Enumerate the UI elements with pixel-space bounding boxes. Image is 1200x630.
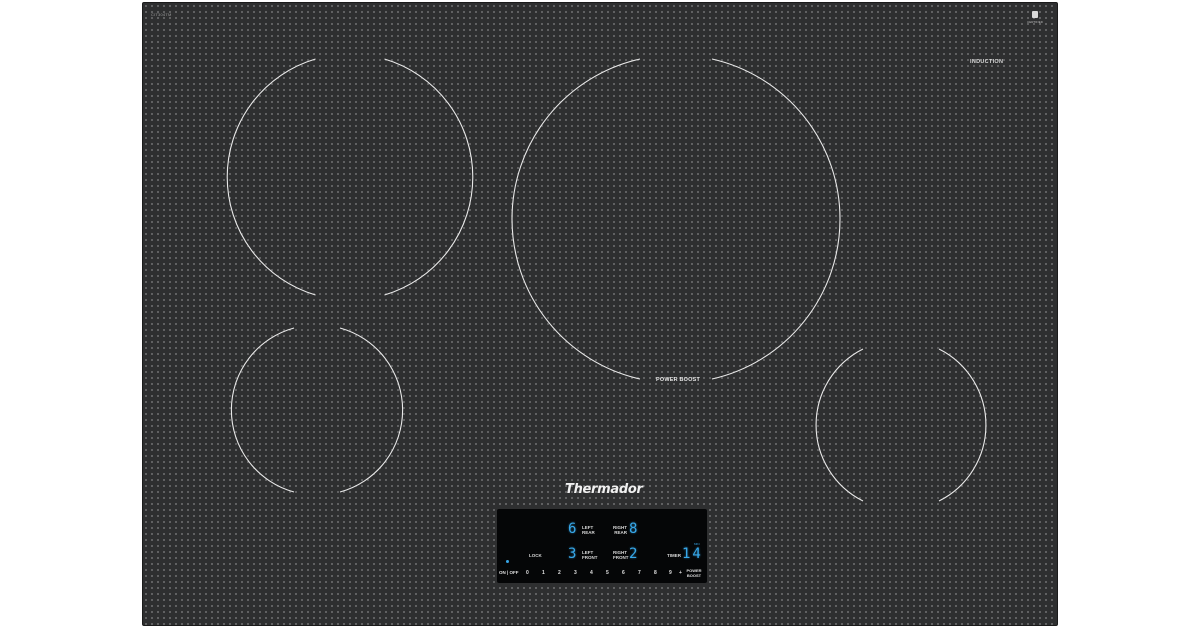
right-rear-level[interactable]: 8 [629, 522, 637, 536]
control-panel: 6 LEFT REAR RIGHT REAR 8 LOCK 3 LEFT FRO… [497, 509, 707, 583]
slider-level-3[interactable]: 3 [574, 570, 577, 576]
right-front-label: RIGHT FRONT [613, 550, 629, 560]
lock-label[interactable]: LOCK [529, 553, 542, 558]
slider-level-1[interactable]: 1 [542, 570, 545, 576]
power-boost-button[interactable]: POWER BOOST [684, 568, 704, 578]
induction-cooktop: CIT304TM CERTIFIED INDUCTION POWER BOOST… [142, 2, 1058, 626]
brand-logo: Thermador [565, 482, 643, 497]
slider-level-4[interactable]: 4 [590, 570, 593, 576]
slider-level-0[interactable]: 0 [526, 570, 529, 576]
zone-left-front-outline-left[interactable] [230, 327, 295, 493]
slider-level-9[interactable]: 9 [669, 570, 672, 576]
slider-level-2[interactable]: 2 [558, 570, 561, 576]
left-rear-label: LEFT REAR [582, 525, 595, 535]
slider-level-8[interactable]: 8 [654, 570, 657, 576]
right-front-level[interactable]: 2 [629, 547, 637, 561]
zone-right-front-outline-left[interactable] [815, 348, 864, 502]
right-front-label-line2: FRONT [613, 555, 629, 560]
timer-label[interactable]: TIMER [667, 553, 681, 558]
lock-indicator-light [506, 560, 509, 563]
slider-level-6[interactable]: 6 [622, 570, 625, 576]
product-image: CIT304TM CERTIFIED INDUCTION POWER BOOST… [0, 0, 1200, 630]
zone-left-rear-outline[interactable] [226, 58, 316, 296]
zone-center-outline-left[interactable] [511, 58, 641, 380]
center-zone-label: POWER BOOST [656, 377, 701, 383]
slider-level-7[interactable]: 7 [638, 570, 641, 576]
left-rear-level[interactable]: 6 [568, 522, 576, 536]
zone-center-outline-right[interactable] [711, 58, 841, 380]
zone-right-front-outline-right[interactable] [938, 348, 987, 502]
slider-level-5[interactable]: 5 [606, 570, 609, 576]
left-front-label: LEFT FRONT [582, 550, 598, 560]
power-level-slider[interactable]: 0 1 2 3 4 5 6 7 8 9 + [497, 570, 707, 580]
zone-left-front-outline-right[interactable] [339, 327, 404, 493]
left-front-label-line2: FRONT [582, 555, 598, 560]
timer-value[interactable]: 14 [682, 547, 703, 561]
power-boost-line2: BOOST [686, 573, 702, 578]
left-rear-label-line2: REAR [582, 530, 595, 535]
right-rear-label-line2: REAR [614, 530, 627, 535]
zone-left-rear-outline-right[interactable] [384, 58, 474, 296]
right-rear-label: RIGHT REAR [613, 525, 627, 535]
slider-level-plus[interactable]: + [679, 570, 682, 576]
left-front-level[interactable]: 3 [568, 547, 576, 561]
